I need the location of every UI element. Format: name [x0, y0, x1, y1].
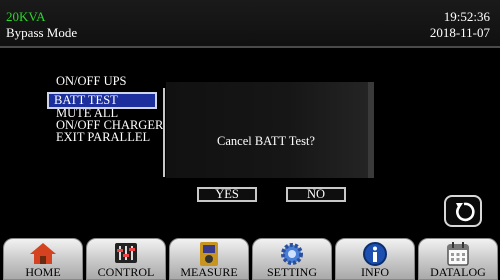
- tab-info-label: INFO: [360, 265, 389, 279]
- clock-time: 19:52:36: [443, 9, 490, 24]
- tab-datalog[interactable]: DATALOG: [418, 238, 498, 280]
- back-button[interactable]: [444, 195, 482, 227]
- tab-setting[interactable]: SETTING: [252, 238, 332, 280]
- tab-home-label: HOME: [25, 265, 61, 279]
- tab-setting-label: SETTING: [267, 265, 317, 279]
- tab-home[interactable]: HOME: [3, 238, 83, 280]
- confirm-dialog: Cancel BATT Test?: [166, 82, 374, 178]
- sliders-icon: [115, 243, 137, 263]
- tab-info[interactable]: INFO: [335, 238, 415, 280]
- home-icon: [30, 243, 56, 264]
- status-header: 20KVA Bypass Mode 19:52:36 2018-11-07: [0, 0, 500, 48]
- tab-measure[interactable]: MEASURE: [169, 238, 249, 280]
- meter-icon: [200, 242, 218, 266]
- tab-measure-label: MEASURE: [180, 265, 238, 279]
- bottom-tab-bar: HOME CONTROL MEASURE SETTING INFO DATALO…: [0, 236, 500, 280]
- yes-button[interactable]: YES: [197, 187, 257, 202]
- tab-control-label: CONTROL: [97, 265, 155, 279]
- no-button[interactable]: NO: [286, 187, 346, 202]
- control-menu: ON/OFF UPS BATT TEST MUTE ALL ON/OFF CHA…: [47, 75, 164, 144]
- menu-item-onoff-ups[interactable]: ON/OFF UPS: [52, 75, 164, 88]
- tab-datalog-label: DATALOG: [430, 265, 486, 279]
- mode-label: Bypass Mode: [6, 25, 78, 40]
- clock-date: 2018-11-07: [429, 25, 490, 40]
- menu-item-exit-parallel[interactable]: EXIT PARALLEL: [52, 131, 164, 144]
- calendar-icon: [447, 242, 469, 266]
- refresh-back-icon: [456, 202, 475, 222]
- gear-icon: [281, 243, 303, 265]
- model-label: 20KVA: [6, 9, 46, 24]
- dialog-message: Cancel BATT Test?: [217, 134, 315, 148]
- tab-control[interactable]: CONTROL: [86, 238, 166, 280]
- info-icon: [363, 242, 387, 266]
- ups-control-screen: 20KVA Bypass Mode 19:52:36 2018-11-07 ON…: [0, 0, 500, 280]
- menu-divider: [163, 88, 165, 177]
